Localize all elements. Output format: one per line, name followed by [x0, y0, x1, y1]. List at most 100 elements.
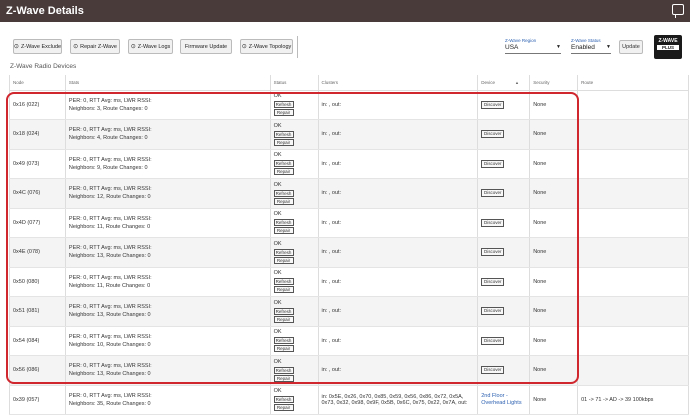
device-link[interactable]: 2nd Floor - Overhead Lights [481, 393, 529, 407]
discover-button[interactable]: Discover [481, 189, 505, 198]
status-cell: OK Refresh Repair [269, 385, 319, 415]
discover-button[interactable]: Discover [481, 218, 505, 227]
repair-button[interactable]: Repair [273, 168, 294, 176]
discover-button[interactable]: Discover [481, 277, 505, 286]
column-header-node[interactable]: Node [9, 75, 66, 91]
route-cell [577, 119, 689, 150]
repair-zwave-button[interactable]: ⊙ Repair Z-Wave [70, 39, 120, 54]
status-cell: OK Refresh Repair [269, 355, 319, 386]
route-cell [577, 296, 689, 327]
device-cell: Discover [477, 267, 531, 297]
zwave-logs-button[interactable]: ⊙ Z-Wave Logs [128, 39, 173, 54]
repair-button[interactable]: Repair [273, 315, 294, 323]
clusters-cell: in: , out: [317, 149, 479, 179]
stats-cell: PER: 0, RTT Avg: ms, LWR RSSI: Neighbors:… [64, 90, 271, 120]
status-text: OK [273, 152, 282, 159]
repair-button[interactable]: Repair [273, 197, 294, 205]
column-header-security[interactable]: Security [529, 75, 579, 91]
clusters-cell: in: , out: [317, 326, 479, 356]
stats-cell: PER: 0, RTT Avg: ms, LWR RSSI: Neighbors:… [64, 178, 271, 209]
clusters-cell: in: 0x5E, 0x26, 0x70, 0x85, 0x59, 0x56, … [317, 385, 479, 415]
node-cell: 0x4D (077) [9, 208, 66, 238]
refresh-button[interactable]: Refresh [273, 189, 294, 197]
repair-button[interactable]: Repair [273, 374, 294, 382]
node-cell: 0x39 (057) [9, 385, 66, 415]
zwave-plus-logo: Z-WAVE PLUS [654, 35, 682, 59]
zwave-exclude-button[interactable]: ⊙ Z-Wave Exclude [13, 39, 62, 54]
device-cell: Discover [477, 119, 531, 150]
refresh-button[interactable]: Refresh [273, 396, 294, 404]
table-row: 0x56 (086) PER: 0, RTT Avg: ms, LWR RSSI… [9, 355, 689, 386]
discover-button[interactable]: Discover [481, 159, 505, 168]
route-cell [577, 208, 689, 238]
route-cell [577, 178, 689, 209]
refresh-button[interactable]: Refresh [273, 366, 294, 374]
route-cell [577, 90, 689, 120]
security-cell: None [529, 385, 579, 415]
column-header-route[interactable]: Route [577, 75, 689, 91]
status-text: OK [273, 388, 282, 395]
table-row: 0x18 (024) PER: 0, RTT Avg: ms, LWR RSSI… [9, 119, 689, 150]
discover-button[interactable]: Discover [481, 366, 505, 375]
repair-button[interactable]: Repair [273, 404, 294, 412]
window-titlebar: Z-Wave Details [0, 0, 690, 22]
refresh-button[interactable]: Refresh [273, 101, 294, 109]
clusters-cell: in: , out: [317, 296, 479, 327]
route-cell [577, 326, 689, 356]
message-icon[interactable] [672, 4, 684, 18]
refresh-button[interactable]: Refresh [273, 160, 294, 168]
column-header-clusters[interactable]: Clusters [317, 75, 479, 91]
security-cell: None [529, 208, 579, 238]
status-text: OK [273, 211, 282, 218]
route-cell: 01 -> 71 -> AD -> 39 100kbps [577, 385, 689, 415]
discover-button[interactable]: Discover [481, 248, 505, 257]
stats-cell: PER: 0, RTT Avg: ms, LWR RSSI: Neighbors:… [64, 355, 271, 386]
repair-button[interactable]: Repair [273, 286, 294, 294]
status-label: Z-Wave Status [571, 38, 601, 43]
status-cell: OK Refresh Repair [269, 237, 319, 268]
repair-button[interactable]: Repair [273, 109, 294, 117]
status-cell: OK Refresh Repair [269, 119, 319, 150]
region-select[interactable]: USA ▼ [505, 44, 561, 54]
table-row: 0x50 (080) PER: 0, RTT Avg: ms, LWR RSSI… [9, 267, 689, 297]
column-header-status[interactable]: Status [269, 75, 319, 91]
refresh-button[interactable]: Refresh [273, 130, 294, 138]
clusters-cell: in: , out: [317, 119, 479, 150]
section-title: Z-Wave Radio Devices [10, 63, 77, 70]
refresh-button[interactable]: Refresh [273, 278, 294, 286]
repair-button[interactable]: Repair [273, 138, 294, 146]
refresh-button[interactable]: Refresh [273, 219, 294, 227]
refresh-button[interactable]: Refresh [273, 307, 294, 315]
zwave-topology-button[interactable]: ⊙ Z-Wave Topology [240, 39, 293, 54]
table-row: 0x16 (022) PER: 0, RTT Avg: ms, LWR RSSI… [9, 90, 689, 120]
refresh-button[interactable]: Refresh [273, 337, 294, 345]
node-cell: 0x49 (073) [9, 149, 66, 179]
discover-button[interactable]: Discover [481, 307, 505, 316]
status-select[interactable]: Enabled ▼ [571, 44, 611, 54]
refresh-button[interactable]: Refresh [273, 248, 294, 256]
repair-button[interactable]: Repair [273, 227, 294, 235]
firmware-update-button[interactable]: Firmware Update [180, 39, 232, 54]
discover-button[interactable]: Discover [481, 130, 505, 139]
node-cell: 0x4E (078) [9, 237, 66, 268]
discover-button[interactable]: Discover [481, 100, 505, 109]
column-header-device[interactable]: Device ▲ [477, 75, 531, 91]
node-cell: 0x51 (081) [9, 296, 66, 327]
discover-button[interactable]: Discover [481, 336, 505, 345]
table-row: 0x51 (081) PER: 0, RTT Avg: ms, LWR RSSI… [9, 296, 689, 327]
stats-cell: PER: 0, RTT Avg: ms, LWR RSSI: Neighbors:… [64, 326, 271, 356]
status-cell: OK Refresh Repair [269, 267, 319, 297]
status-text: OK [273, 122, 282, 129]
clusters-cell: in: , out: [317, 355, 479, 386]
status-text: OK [273, 240, 282, 247]
update-button[interactable]: Update [619, 40, 643, 54]
circle-icon: ⊙ [130, 44, 136, 50]
repair-button[interactable]: Repair [273, 256, 294, 264]
clusters-cell: in: , out: [317, 237, 479, 268]
column-header-stats[interactable]: Stats [64, 75, 271, 91]
table-row: 0x39 (057) PER: 0, RTT Avg: ms, LWR RSSI… [9, 385, 689, 415]
table-row: 0x4C (076) PER: 0, RTT Avg: ms, LWR RSSI… [9, 178, 689, 209]
status-text: OK [273, 329, 282, 336]
repair-button[interactable]: Repair [273, 345, 294, 353]
device-cell: Discover [477, 237, 531, 268]
